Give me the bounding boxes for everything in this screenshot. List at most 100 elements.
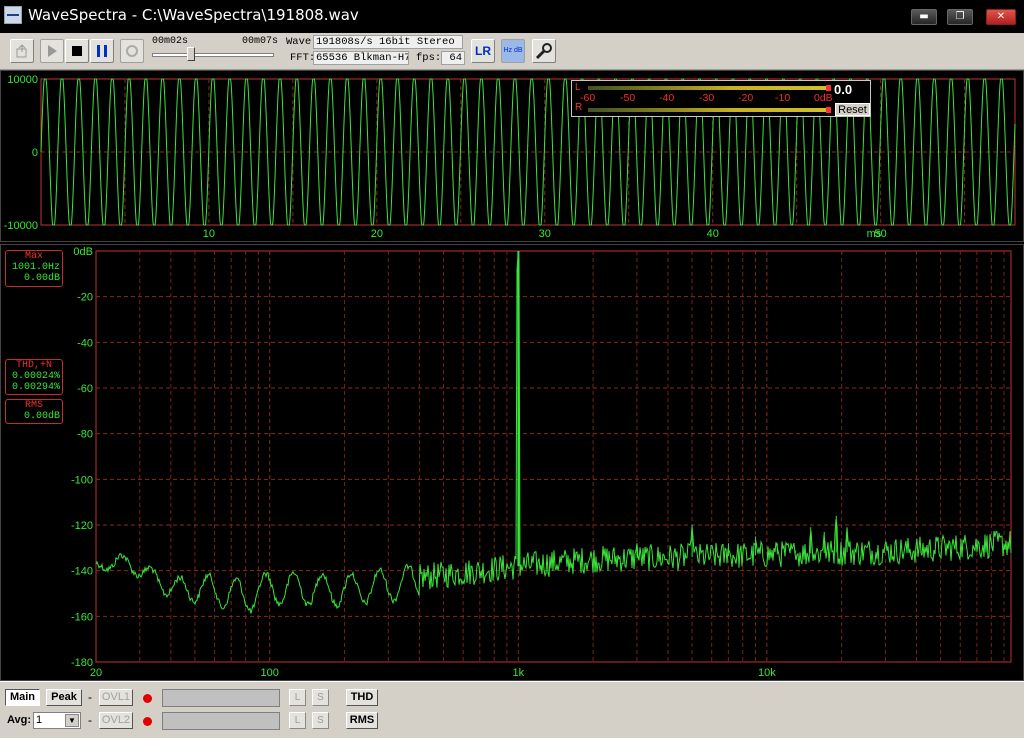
seek-slider-track[interactable] [152,53,274,57]
spectrum-panel: 0dB -20 -40 -60 -80 -100 -120 -140 -160 -180 20 100… [0,244,1024,681]
app-icon[interactable] [4,6,22,24]
waveform-x-tick-label: 20 [371,228,383,240]
meter-tick: -50 [620,92,636,104]
spectrum-y-tick-label: -140 [71,566,93,578]
ovl2-load-button[interactable]: L [289,712,306,729]
meter-tick: -20 [738,92,754,104]
max-readout-title: Max [24,251,43,262]
fps-value: 64 [441,51,465,65]
lr-channel-button[interactable]: LR [471,39,495,63]
ovl1-save-button[interactable]: S [312,689,329,706]
thd-button[interactable]: THD [346,689,378,706]
spectrum-y-tick-label: -120 [71,520,93,532]
play-button[interactable] [40,39,64,63]
avg-select-value: 1 [36,714,43,726]
spectrum-x-tick-label: 20 [90,667,102,679]
meter-left-bar [588,85,831,91]
thd-readout-thdn: 0.00294% [11,382,60,393]
max-readout-freq: 1001.0Hz [11,262,60,273]
rms-readout-level: 0.00dB [23,411,60,422]
wrench-icon [535,43,552,60]
lr-channel-icon: LR [475,44,491,58]
spectrum-x-tick-label: 100 [261,667,279,679]
meter-peak-readout: 0.0 [834,82,853,97]
waveform-y-tick-label: -10000 [4,220,38,232]
play-icon [47,45,57,57]
level-meter: L -60 -50 -40 -30 -20 -10 0dB R 0.0 Rese… [571,80,871,117]
thd-readout: THD,+N 0.00024% 0.00294% [5,359,63,395]
close-button[interactable]: ✕ [986,9,1016,25]
wave-format-value: 191808s/s 16bit Stereo [313,35,463,49]
settings-button[interactable] [532,39,556,63]
spectrum-y-tick-label: -160 [71,611,93,623]
spectrum-frame [95,250,1012,663]
meter-tick: -60 [580,92,596,104]
spectrum-x-tick-label: 1k [512,667,524,679]
waveform-x-tick-label: 30 [539,228,551,240]
meter-tick: -30 [699,92,715,104]
position-current: 00m02s [152,36,189,47]
spectrum-trace [95,256,1012,614]
loop-icon [126,45,138,57]
stop-button[interactable] [65,39,89,63]
ovl1-button[interactable]: OVL1 [99,689,133,706]
meter-tick: -10 [775,92,791,104]
position-total: 00m07s [242,36,279,47]
fft-value: 65536 Blkman-H7 [313,51,409,65]
thd-readout-thd: 0.00024% [11,371,60,382]
separator-dash: - [88,713,92,727]
spectrum-y-tick-label: -40 [77,337,93,349]
meter-right-channel-label: R [575,102,583,113]
spectrum-x-tick-label: 10k [758,667,776,679]
ovl2-record-button[interactable] [139,713,155,729]
stop-icon [72,46,82,56]
waveform-x-axis-label: ms [867,228,882,240]
meter-reset-button[interactable]: Reset [835,103,870,116]
maximize-button[interactable]: ❐ [947,9,973,25]
ovl2-save-button[interactable]: S [312,712,329,729]
waveform-y-tick-label: 10000 [7,74,38,86]
waveform-panel: 10000 0 -10000 10 20 30 40 50 ms L -60 -50 -40 -… [0,70,1024,242]
fft-label: FFT: [290,52,316,64]
max-readout-level: 0.00dB [23,273,60,284]
waveform-x-tick-label: 10 [203,228,215,240]
waveform-x-tick-label: 40 [707,228,719,240]
spectrum-y-tick-label: -80 [77,429,93,441]
rms-button[interactable]: RMS [346,712,378,729]
ovl1-load-button[interactable]: L [289,689,306,706]
record-settings-icon [16,44,27,58]
title-bar: WaveSpectra - C:\WaveSpectra\191808.wav … [0,0,1024,33]
max-readout: Max 1001.0Hz 0.00dB [5,250,63,287]
fps-label: fps: [416,52,442,64]
rms-readout-title: RMS [24,400,43,411]
record-settings-button[interactable] [10,39,34,63]
ovl1-record-button[interactable] [139,690,155,706]
separator-dash: - [88,690,92,704]
spectrum-y-tick-label: -100 [71,474,93,486]
waveform-y-tick-label: 0 [32,147,38,159]
loop-button[interactable] [120,39,144,63]
peak-button[interactable]: Peak [46,689,82,706]
pause-icon [97,45,107,57]
meter-tick: -40 [659,92,675,104]
main-button[interactable]: Main [5,689,40,706]
bottom-control-bar: Main Peak Avg: 1 ▼ - - OVL1 OVL2 L S L S… [0,681,1024,738]
seek-slider-thumb[interactable] [187,47,196,61]
ovl2-button[interactable]: OVL2 [99,712,133,729]
hz-db-button[interactable]: Hz dB [501,39,525,63]
ovl1-name-field[interactable] [162,689,280,707]
window-title: WaveSpectra - C:\WaveSpectra\191808.wav [28,6,359,24]
thd-readout-title: THD,+N [15,360,52,371]
spectrum-y-tick-label: 0dB [73,246,93,258]
rms-readout: RMS 0.00dB [5,399,63,424]
ovl2-name-field[interactable] [162,712,280,730]
toolbar: 00m02s 00m07s Wave: 191808s/s 16bit Ster… [0,33,1024,70]
pause-button[interactable] [90,39,114,63]
avg-select[interactable]: 1 ▼ [33,712,81,729]
avg-label: Avg: [7,714,32,726]
minimize-button[interactable]: ▬ [911,9,937,25]
spectrum-y-tick-label: -60 [77,383,93,395]
meter-tick: 0dB [814,92,833,104]
chevron-down-icon[interactable]: ▼ [65,714,79,727]
hz-db-icon: Hz dB [503,47,523,54]
